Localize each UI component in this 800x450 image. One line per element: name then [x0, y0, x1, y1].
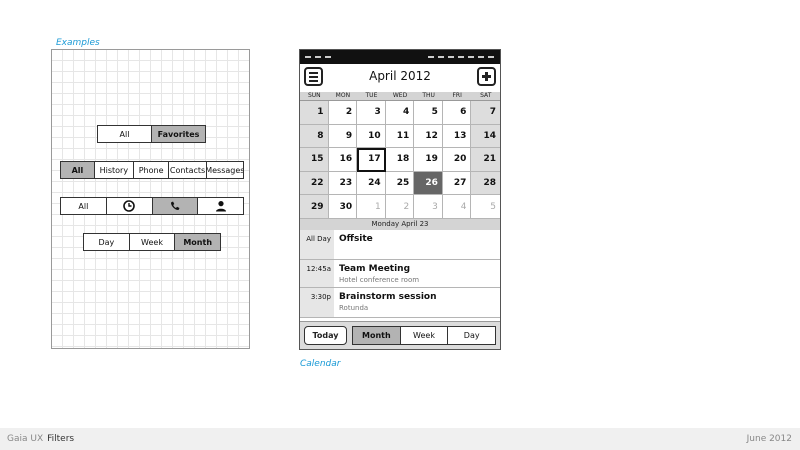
- clock-icon: [123, 200, 135, 212]
- section-name: Filters: [47, 434, 75, 444]
- day-cell[interactable]: 15: [300, 148, 329, 172]
- today-button[interactable]: Today: [304, 326, 347, 345]
- day-cell[interactable]: 4: [442, 195, 472, 219]
- day-cell[interactable]: 1: [300, 101, 329, 125]
- view-week-button[interactable]: Week: [399, 327, 448, 344]
- examples-panel: All Favorites All History Phone Contacts…: [51, 49, 250, 349]
- day-cell[interactable]: 2: [328, 101, 358, 125]
- day-header: Monday April 23: [300, 219, 500, 230]
- weekday-label: SUN: [307, 92, 321, 99]
- day-cell[interactable]: 23: [328, 171, 358, 196]
- month-title: April 2012: [369, 69, 431, 83]
- filter-contacts-button[interactable]: [197, 198, 243, 214]
- event-time: 3:30p: [300, 288, 334, 317]
- filter-history-button[interactable]: History: [93, 162, 133, 178]
- history-filter: All History Phone Contacts Messages: [60, 161, 244, 179]
- filter-month-button[interactable]: Month: [174, 234, 221, 250]
- event-location: Hotel conference room: [339, 276, 420, 284]
- view-day-button[interactable]: Day: [447, 327, 495, 344]
- filter-favorites-button[interactable]: Favorites: [151, 126, 205, 142]
- day-cell[interactable]: 5: [414, 101, 443, 125]
- weekday-header: SUN MON TUE WED THU FRI SAT: [300, 92, 500, 100]
- filter-messages-button[interactable]: Messages: [205, 162, 243, 178]
- filter-all-button[interactable]: All: [61, 198, 106, 214]
- filter-phone-button[interactable]: Phone: [132, 162, 169, 178]
- day-cell[interactable]: 26: [414, 171, 443, 196]
- filter-day-button[interactable]: Day: [84, 234, 129, 250]
- filter-phone-button[interactable]: [151, 198, 198, 214]
- day-cell[interactable]: 29: [300, 195, 329, 219]
- day-cell[interactable]: 3: [357, 101, 386, 125]
- day-cell[interactable]: 6: [442, 101, 472, 125]
- event-item[interactable]: 12:45a Team Meeting Hotel conference roo…: [300, 260, 500, 288]
- menu-button[interactable]: [304, 67, 323, 86]
- weekday-label: THU: [422, 92, 435, 99]
- view-switcher: Month Week Day: [352, 326, 496, 345]
- day-cell[interactable]: 28: [471, 171, 500, 196]
- day-cell[interactable]: 11: [385, 124, 415, 149]
- product-name: Gaia UX: [7, 434, 44, 444]
- person-icon: [215, 201, 226, 212]
- event-item[interactable]: All Day Offsite: [300, 230, 500, 260]
- day-cell[interactable]: 10: [357, 124, 386, 149]
- bottom-bar: Gaia UX Filters June 2012: [0, 428, 800, 450]
- event-time: All Day: [300, 230, 334, 259]
- day-cell[interactable]: 30: [328, 195, 358, 219]
- day-cell[interactable]: 21: [471, 148, 500, 172]
- examples-caption: Examples: [56, 38, 100, 48]
- day-cell[interactable]: 5: [471, 195, 500, 219]
- day-cell[interactable]: 27: [442, 171, 472, 196]
- status-bar: [300, 50, 500, 64]
- day-cell[interactable]: 8: [300, 124, 329, 149]
- day-cell[interactable]: 3: [414, 195, 443, 219]
- day-cell[interactable]: 25: [385, 171, 415, 196]
- day-cell[interactable]: 24: [357, 171, 386, 196]
- doc-date: June 2012: [746, 434, 792, 444]
- calendar-footer: Today Month Week Day: [300, 321, 500, 349]
- add-event-button[interactable]: [477, 67, 496, 86]
- weekday-label: WED: [392, 92, 408, 99]
- day-cell[interactable]: 2: [385, 195, 415, 219]
- event-title: Brainstorm session: [339, 292, 437, 302]
- filter-recent-button[interactable]: [105, 198, 152, 214]
- calendar-phone: April 2012 SUN MON TUE WED THU FRI SAT 1234567…: [299, 49, 501, 350]
- icon-filter: All: [60, 197, 244, 215]
- weekday-label: MON: [335, 92, 351, 99]
- event-item[interactable]: 3:30p Brainstorm session Rotunda: [300, 288, 500, 318]
- calendar-caption: Calendar: [300, 359, 341, 369]
- day-cell[interactable]: 18: [385, 148, 415, 172]
- event-title: Team Meeting: [339, 264, 411, 274]
- day-cell[interactable]: 1: [357, 195, 386, 219]
- day-cell[interactable]: 17: [357, 148, 386, 172]
- favorites-filter: All Favorites: [97, 125, 206, 143]
- day-cell[interactable]: 19: [414, 148, 443, 172]
- day-cell[interactable]: 12: [414, 124, 443, 149]
- day-cell[interactable]: 4: [385, 101, 415, 125]
- calendar-header: April 2012: [300, 64, 500, 90]
- day-cell[interactable]: 13: [442, 124, 472, 149]
- filter-all-button[interactable]: All: [98, 126, 151, 142]
- day-cell[interactable]: 7: [471, 101, 500, 125]
- day-cell[interactable]: 22: [300, 171, 329, 196]
- month-grid: 1 2 3 4 5 6 7 8 9 10 11 12 13 14 15 16 17 18 19 20 21 22 23 24 2…: [300, 100, 500, 219]
- day-cell[interactable]: 20: [442, 148, 472, 172]
- filter-all-button[interactable]: All: [61, 162, 94, 178]
- range-filter: Day Week Month: [83, 233, 221, 251]
- weekday-label: SAT: [480, 92, 492, 99]
- day-cell[interactable]: 16: [328, 148, 358, 172]
- day-cell[interactable]: 9: [328, 124, 358, 149]
- weekday-label: TUE: [365, 92, 378, 99]
- event-title: Offsite: [339, 234, 373, 244]
- filter-contacts-button[interactable]: Contacts: [168, 162, 205, 178]
- event-location: Rotunda: [339, 304, 369, 312]
- phone-icon: [170, 201, 180, 211]
- event-time: 12:45a: [300, 260, 334, 287]
- day-cell[interactable]: 14: [471, 124, 500, 149]
- weekday-label: FRI: [452, 92, 462, 99]
- filter-week-button[interactable]: Week: [128, 234, 175, 250]
- view-month-button[interactable]: Month: [353, 327, 400, 344]
